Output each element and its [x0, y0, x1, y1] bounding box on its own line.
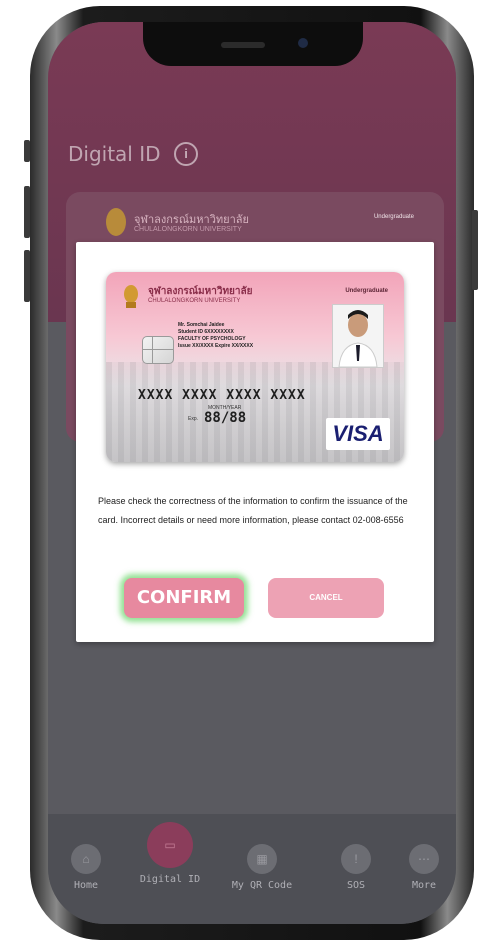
more-icon: ⋯ [409, 844, 439, 874]
nav-more[interactable]: ⋯ More [392, 844, 456, 891]
volume-down-button [24, 250, 30, 302]
visa-logo: VISA [326, 418, 390, 450]
confirm-button[interactable]: CONFIRM [124, 578, 244, 618]
nav-home-label: Home [73, 880, 99, 891]
notch [143, 22, 363, 66]
power-button [472, 210, 478, 290]
confirm-card-dialog: จุฬาลงกรณ์มหาวิทยาลัย CHULALONGKORN UNIV… [76, 242, 434, 642]
cancel-button[interactable]: CANCEL [268, 578, 384, 618]
nav-more-label: More [411, 880, 437, 891]
cardholder-issue-expire: Issue XX/XXXX Expire XX/XXXX [178, 343, 254, 349]
university-seal-icon [106, 208, 126, 236]
background-university-name-en: CHULALONGKORN UNIVERSITY [134, 226, 242, 233]
sos-icon: ! [341, 844, 371, 874]
student-photo [332, 304, 384, 368]
digital-id-card-preview: จุฬาลงกรณ์มหาวิทยาลัย CHULALONGKORN UNIV… [106, 272, 404, 462]
cardholder-name: Mr. Somchai Jaidee [178, 322, 225, 328]
card-number: XXXX XXXX XXXX XXXX [138, 388, 306, 403]
front-camera [298, 38, 308, 48]
cardholder-faculty: FACULTY OF PSYCHOLOGY [178, 336, 246, 342]
info-icon[interactable]: i [174, 142, 198, 166]
bottom-navigation: ⌂ Home ▭ Digital ID ▦ My QR Code ! SOS ⋯… [48, 814, 456, 924]
volume-up-button [24, 186, 30, 238]
university-seal-icon [124, 285, 138, 308]
page-title: Digital ID [68, 142, 161, 166]
nav-my-qr-code[interactable]: ▦ My QR Code [230, 844, 294, 891]
card-university-name-en: CHULALONGKORN UNIVERSITY [148, 298, 241, 304]
background-role-label: Undergraduate [373, 214, 414, 220]
cardholder-student-id: Student ID 6XXXXXXXX [178, 329, 234, 335]
card-role-label: Undergraduate [345, 288, 388, 294]
nav-home[interactable]: ⌂ Home [54, 844, 118, 891]
speaker [221, 42, 265, 48]
nav-digital-id-label: Digital ID [139, 874, 201, 885]
qr-code-icon: ▦ [247, 844, 277, 874]
exp-value: 88/88 [204, 410, 247, 426]
nav-digital-id[interactable]: ▭ Digital ID [138, 822, 202, 885]
card-university-name-th: จุฬาลงกรณ์มหาวิทยาลัย [148, 286, 253, 297]
card-chip-icon [142, 336, 174, 364]
nav-my-qr-code-label: My QR Code [231, 880, 293, 891]
nav-sos[interactable]: ! SOS [324, 844, 388, 891]
nav-sos-label: SOS [346, 880, 366, 891]
home-icon: ⌂ [71, 844, 101, 874]
cardholder-info: Mr. Somchai Jaidee Student ID 6XXXXXXXX … [178, 322, 253, 350]
mute-switch [24, 140, 30, 162]
exp-label: Exp. [188, 416, 199, 422]
id-card-icon: ▭ [147, 822, 193, 868]
confirmation-message: Please check the correctness of the info… [98, 496, 408, 525]
